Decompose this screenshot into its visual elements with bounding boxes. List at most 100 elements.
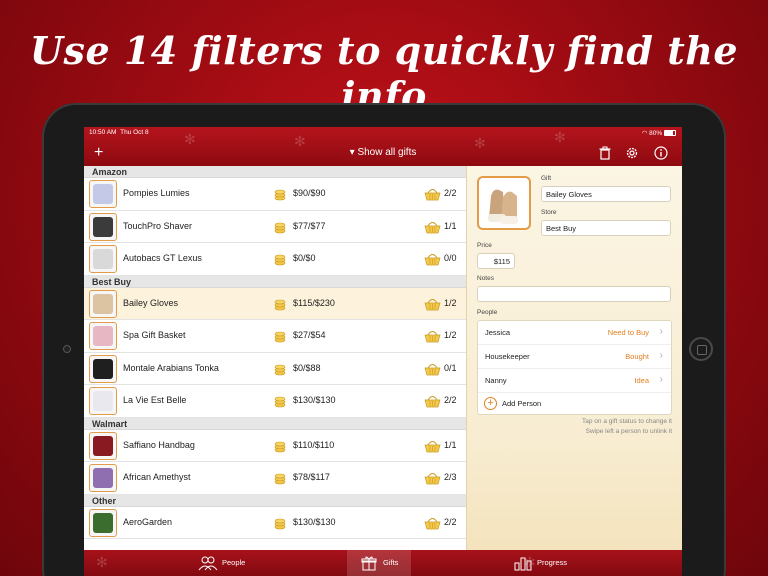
basket-icon — [424, 362, 441, 376]
gift-thumbnail — [89, 212, 117, 241]
person-status[interactable]: Bought — [625, 352, 649, 361]
tab-progress[interactable]: Progress — [504, 550, 594, 576]
gift-photo[interactable] — [477, 176, 531, 230]
gift-count: 2/2 — [444, 516, 457, 527]
coins-icon — [273, 439, 287, 453]
gear-icon[interactable] — [625, 146, 639, 160]
gift-name: African Amethyst — [123, 472, 191, 482]
gift-count: 0/1 — [444, 362, 457, 373]
person-row[interactable]: Jessica Need to Buy › — [478, 321, 671, 345]
section-header: Amazon — [84, 166, 466, 178]
gift-row[interactable]: Pompies Lumies $90/$90 2/2 — [84, 178, 466, 211]
plus-circle-icon: + — [484, 397, 497, 410]
trash-icon[interactable] — [598, 146, 612, 160]
status-time: 10:50 AM — [89, 129, 117, 136]
gift-row[interactable]: TouchPro Shaver $77/$77 1/1 — [84, 210, 466, 243]
basket-icon — [424, 516, 441, 530]
gift-price: $0/$88 — [293, 362, 321, 373]
filter-button[interactable]: ▾ Show all gifts — [84, 147, 682, 158]
gift-thumbnail-image — [93, 435, 113, 456]
gift-name: La Vie Est Belle — [123, 395, 187, 405]
notes-field[interactable] — [477, 286, 671, 302]
gift-row[interactable]: Bailey Gloves $115/$230 1/2 — [84, 287, 466, 320]
gift-name-field[interactable]: Bailey Gloves — [541, 186, 671, 202]
chevron-right-icon: › — [659, 350, 663, 361]
price-label: Price — [477, 242, 492, 249]
coins-icon — [273, 516, 287, 530]
people-icon — [198, 556, 218, 571]
gift-count: 1/1 — [444, 439, 457, 450]
basket-icon — [424, 252, 441, 266]
gift-thumbnail-image — [93, 293, 113, 314]
gift-row[interactable]: Saffiano Handbag $110/$110 1/1 — [84, 429, 466, 462]
gift-count: 2/3 — [444, 472, 457, 482]
gift-thumbnail — [89, 245, 117, 273]
gift-price: $77/$77 — [293, 220, 326, 231]
basket-icon — [424, 187, 441, 201]
gift-price: $27/$54 — [293, 330, 326, 340]
gift-thumbnail — [89, 322, 117, 350]
store-label: Store — [541, 209, 557, 216]
gift-label: Gift — [541, 175, 552, 182]
gift-thumbnail — [89, 354, 117, 383]
gift-price: $130/$130 — [293, 516, 336, 527]
gift-name: Pompies Lumies — [123, 188, 190, 198]
person-row[interactable]: Nanny Idea › — [478, 369, 671, 393]
gift-count: 0/0 — [444, 253, 457, 263]
gift-row[interactable]: La Vie Est Belle $130/$130 2/2 — [84, 385, 466, 418]
section-header: Best Buy — [84, 275, 466, 288]
coins-icon — [273, 471, 287, 485]
tab-people[interactable]: People — [184, 550, 264, 576]
home-button — [689, 337, 713, 361]
person-status[interactable]: Idea — [634, 376, 649, 385]
add-person-button[interactable]: + Add Person — [478, 393, 671, 417]
gift-thumbnail-image — [93, 391, 113, 411]
gift-count: 2/2 — [444, 188, 457, 198]
gift-count: 1/2 — [444, 330, 457, 340]
person-status[interactable]: Need to Buy — [608, 328, 649, 337]
gift-row[interactable]: Montale Arabians Tonka $0/$88 0/1 — [84, 352, 466, 385]
gift-thumbnail-image — [93, 184, 113, 204]
gift-thumbnail-image — [93, 216, 113, 237]
gift-row[interactable]: AeroGarden $130/$130 2/2 — [84, 506, 466, 539]
gift-row[interactable]: Spa Gift Basket $27/$54 1/2 — [84, 320, 466, 353]
gift-thumbnail — [89, 289, 117, 318]
person-name: Housekeeper — [485, 352, 530, 361]
bar-chart-icon — [514, 557, 532, 571]
store-field[interactable]: Best Buy — [541, 220, 671, 236]
gift-count: 1/2 — [444, 297, 457, 308]
gift-thumbnail-image — [93, 512, 113, 533]
add-person-label: Add Person — [502, 399, 542, 408]
gift-row[interactable]: African Amethyst $78/$117 2/3 — [84, 462, 466, 495]
person-name: Jessica — [485, 328, 511, 337]
hint-unlink-person: Swipe left a person to unlink it — [585, 428, 672, 435]
gift-name: Montale Arabians Tonka — [123, 362, 219, 373]
chevron-right-icon: › — [659, 374, 663, 385]
coins-icon — [273, 329, 287, 343]
gift-detail-panel: Gift Bailey Gloves Store Best Buy Price … — [466, 166, 682, 550]
tab-gifts[interactable]: Gifts — [347, 550, 411, 576]
basket-icon — [424, 471, 441, 485]
price-field[interactable]: $115 — [477, 253, 515, 269]
gift-list[interactable]: Amazon Pompies Lumies $90/$90 2/2 TouchPro S… — [84, 166, 466, 550]
info-icon[interactable] — [654, 146, 668, 160]
gift-row[interactable]: Autobacs GT Lexus $0/$0 0/0 — [84, 243, 466, 276]
person-row[interactable]: Housekeeper Bought › — [478, 345, 671, 369]
snowflake-decoration: ✻ — [96, 554, 108, 570]
status-date: Thu Oct 8 — [120, 129, 149, 136]
coins-icon — [273, 220, 287, 234]
coins-icon — [273, 252, 287, 266]
section-header: Other — [84, 494, 466, 507]
gift-name: Spa Gift Basket — [123, 330, 186, 340]
wifi-icon: ◠ — [641, 130, 648, 137]
battery-percent: 80% — [649, 130, 663, 137]
gift-price: $90/$90 — [293, 188, 326, 198]
gift-count: 2/2 — [444, 395, 457, 405]
gift-name: AeroGarden — [123, 516, 173, 527]
tab-bar: ✻ ✻ People Gifts Progress — [84, 550, 682, 576]
coins-icon — [273, 394, 287, 408]
basket-icon — [424, 394, 441, 408]
gift-thumbnail-image — [93, 468, 113, 488]
chevron-right-icon: › — [659, 326, 663, 337]
gift-price: $115/$230 — [293, 297, 335, 308]
